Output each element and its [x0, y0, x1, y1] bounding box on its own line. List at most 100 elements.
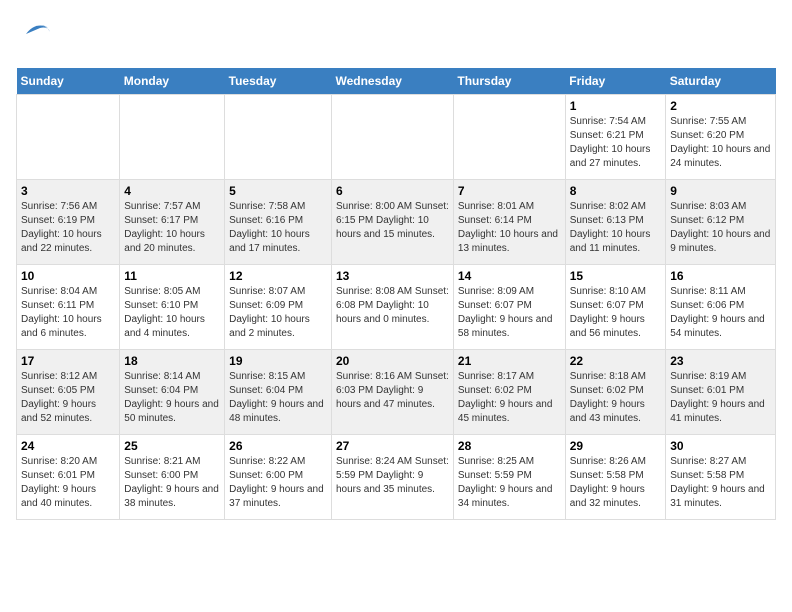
day-detail: Sunrise: 7:57 AM Sunset: 6:17 PM Dayligh…: [124, 200, 220, 256]
calendar-cell: 2 Sunrise: 7:55 AM Sunset: 6:20 PM Daylig…: [666, 95, 776, 180]
calendar-week-row: 3 Sunrise: 7:56 AM Sunset: 6:19 PM Daylig…: [17, 180, 776, 265]
day-number: 8: [570, 184, 661, 198]
calendar-cell: 30 Sunrise: 8:27 AM Sunset: 5:58 PM Dayli…: [666, 435, 776, 520]
day-number: 20: [336, 354, 449, 368]
weekday-header: Monday: [120, 68, 225, 95]
calendar-cell: 19 Sunrise: 8:15 AM Sunset: 6:04 PM Dayli…: [225, 350, 332, 435]
calendar-week-row: 17 Sunrise: 8:12 AM Sunset: 6:05 PM Dayli…: [17, 350, 776, 435]
calendar-cell: 6 Sunrise: 8:00 AM Sunset: 6:15 PM Daylig…: [331, 180, 453, 265]
calendar-cell: 5 Sunrise: 7:58 AM Sunset: 6:16 PM Daylig…: [225, 180, 332, 265]
day-number: 7: [458, 184, 561, 198]
calendar-cell: 16Sunrise: 8:11 AM Sunset: 6:06 PM Dayli…: [666, 265, 776, 350]
day-number: 9: [670, 184, 771, 198]
calendar-header-row: SundayMondayTuesdayWednesdayThursdayFrid…: [17, 68, 776, 95]
page-header: [16, 16, 776, 56]
day-number: 28: [458, 439, 561, 453]
weekday-header: Wednesday: [331, 68, 453, 95]
calendar-cell: 13 Sunrise: 8:08 AM Sunset: 6:08 PM Dayli…: [331, 265, 453, 350]
day-detail: Sunrise: 7:55 AM Sunset: 6:20 PM Dayligh…: [670, 115, 771, 171]
calendar-week-row: 24 Sunrise: 8:20 AM Sunset: 6:01 PM Dayli…: [17, 435, 776, 520]
calendar-table: SundayMondayTuesdayWednesdayThursdayFrid…: [16, 68, 776, 520]
calendar-cell: 17 Sunrise: 8:12 AM Sunset: 6:05 PM Dayli…: [17, 350, 120, 435]
day-number: 25: [124, 439, 220, 453]
day-detail: Sunrise: 8:21 AM Sunset: 6:00 PM Dayligh…: [124, 455, 220, 511]
day-number: 26: [229, 439, 327, 453]
day-detail: Sunrise: 8:24 AM Sunset: 5:59 PM Dayligh…: [336, 455, 449, 497]
day-number: 17: [21, 354, 115, 368]
calendar-week-row: 10Sunrise: 8:04 AM Sunset: 6:11 PM Dayli…: [17, 265, 776, 350]
weekday-header: Friday: [565, 68, 665, 95]
calendar-cell: 11 Sunrise: 8:05 AM Sunset: 6:10 PM Dayli…: [120, 265, 225, 350]
day-number: 24: [21, 439, 115, 453]
day-detail: Sunrise: 8:14 AM Sunset: 6:04 PM Dayligh…: [124, 370, 220, 426]
calendar-cell: 8 Sunrise: 8:02 AM Sunset: 6:13 PM Daylig…: [565, 180, 665, 265]
day-detail: Sunrise: 8:15 AM Sunset: 6:04 PM Dayligh…: [229, 370, 327, 426]
calendar-cell: 27 Sunrise: 8:24 AM Sunset: 5:59 PM Dayli…: [331, 435, 453, 520]
calendar-week-row: 1 Sunrise: 7:54 AM Sunset: 6:21 PM Daylig…: [17, 95, 776, 180]
day-number: 11: [124, 269, 220, 283]
day-detail: Sunrise: 7:56 AM Sunset: 6:19 PM Dayligh…: [21, 200, 115, 256]
day-detail: Sunrise: 8:22 AM Sunset: 6:00 PM Dayligh…: [229, 455, 327, 511]
day-number: 23: [670, 354, 771, 368]
day-number: 3: [21, 184, 115, 198]
weekday-header: Sunday: [17, 68, 120, 95]
calendar-cell: 14Sunrise: 8:09 AM Sunset: 6:07 PM Dayli…: [453, 265, 565, 350]
calendar-cell: 24 Sunrise: 8:20 AM Sunset: 6:01 PM Dayli…: [17, 435, 120, 520]
day-detail: Sunrise: 8:07 AM Sunset: 6:09 PM Dayligh…: [229, 285, 327, 341]
calendar-cell: 18 Sunrise: 8:14 AM Sunset: 6:04 PM Dayli…: [120, 350, 225, 435]
day-number: 12: [229, 269, 327, 283]
day-number: 21: [458, 354, 561, 368]
calendar-cell: 20 Sunrise: 8:16 AM Sunset: 6:03 PM Dayli…: [331, 350, 453, 435]
weekday-header: Tuesday: [225, 68, 332, 95]
calendar-cell: [331, 95, 453, 180]
calendar-cell: 1 Sunrise: 7:54 AM Sunset: 6:21 PM Daylig…: [565, 95, 665, 180]
day-detail: Sunrise: 8:11 AM Sunset: 6:06 PM Dayligh…: [670, 285, 771, 341]
day-detail: Sunrise: 7:54 AM Sunset: 6:21 PM Dayligh…: [570, 115, 661, 171]
calendar-cell: 23Sunrise: 8:19 AM Sunset: 6:01 PM Dayli…: [666, 350, 776, 435]
day-number: 27: [336, 439, 449, 453]
day-detail: Sunrise: 8:26 AM Sunset: 5:58 PM Dayligh…: [570, 455, 661, 511]
day-detail: Sunrise: 8:20 AM Sunset: 6:01 PM Dayligh…: [21, 455, 115, 511]
day-number: 10: [21, 269, 115, 283]
day-detail: Sunrise: 7:58 AM Sunset: 6:16 PM Dayligh…: [229, 200, 327, 256]
day-number: 30: [670, 439, 771, 453]
calendar-cell: 12 Sunrise: 8:07 AM Sunset: 6:09 PM Dayli…: [225, 265, 332, 350]
calendar-cell: 22Sunrise: 8:18 AM Sunset: 6:02 PM Dayli…: [565, 350, 665, 435]
calendar-cell: 29Sunrise: 8:26 AM Sunset: 5:58 PM Dayli…: [565, 435, 665, 520]
day-detail: Sunrise: 8:27 AM Sunset: 5:58 PM Dayligh…: [670, 455, 771, 511]
calendar-cell: 28 Sunrise: 8:25 AM Sunset: 5:59 PM Dayli…: [453, 435, 565, 520]
day-number: 19: [229, 354, 327, 368]
day-number: 6: [336, 184, 449, 198]
day-detail: Sunrise: 8:02 AM Sunset: 6:13 PM Dayligh…: [570, 200, 661, 256]
day-detail: Sunrise: 8:08 AM Sunset: 6:08 PM Dayligh…: [336, 285, 449, 327]
day-detail: Sunrise: 8:17 AM Sunset: 6:02 PM Dayligh…: [458, 370, 561, 426]
calendar-cell: [17, 95, 120, 180]
day-number: 13: [336, 269, 449, 283]
day-detail: Sunrise: 8:10 AM Sunset: 6:07 PM Dayligh…: [570, 285, 661, 341]
day-detail: Sunrise: 8:16 AM Sunset: 6:03 PM Dayligh…: [336, 370, 449, 412]
day-number: 15: [570, 269, 661, 283]
day-detail: Sunrise: 8:03 AM Sunset: 6:12 PM Dayligh…: [670, 200, 771, 256]
calendar-cell: 3 Sunrise: 7:56 AM Sunset: 6:19 PM Daylig…: [17, 180, 120, 265]
calendar-cell: 25 Sunrise: 8:21 AM Sunset: 6:00 PM Dayli…: [120, 435, 225, 520]
day-detail: Sunrise: 8:09 AM Sunset: 6:07 PM Dayligh…: [458, 285, 561, 341]
day-detail: Sunrise: 8:05 AM Sunset: 6:10 PM Dayligh…: [124, 285, 220, 341]
day-number: 18: [124, 354, 220, 368]
weekday-header: Saturday: [666, 68, 776, 95]
day-detail: Sunrise: 8:12 AM Sunset: 6:05 PM Dayligh…: [21, 370, 115, 426]
calendar-cell: 7Sunrise: 8:01 AM Sunset: 6:14 PM Daylig…: [453, 180, 565, 265]
calendar-cell: [120, 95, 225, 180]
day-detail: Sunrise: 8:00 AM Sunset: 6:15 PM Dayligh…: [336, 200, 449, 242]
day-detail: Sunrise: 8:18 AM Sunset: 6:02 PM Dayligh…: [570, 370, 661, 426]
calendar-cell: 10Sunrise: 8:04 AM Sunset: 6:11 PM Dayli…: [17, 265, 120, 350]
day-number: 1: [570, 99, 661, 113]
day-number: 4: [124, 184, 220, 198]
day-detail: Sunrise: 8:25 AM Sunset: 5:59 PM Dayligh…: [458, 455, 561, 511]
logo: [16, 16, 60, 56]
day-number: 2: [670, 99, 771, 113]
day-number: 5: [229, 184, 327, 198]
calendar-cell: 9 Sunrise: 8:03 AM Sunset: 6:12 PM Daylig…: [666, 180, 776, 265]
calendar-cell: [225, 95, 332, 180]
calendar-cell: 21 Sunrise: 8:17 AM Sunset: 6:02 PM Dayli…: [453, 350, 565, 435]
calendar-cell: 26 Sunrise: 8:22 AM Sunset: 6:00 PM Dayli…: [225, 435, 332, 520]
